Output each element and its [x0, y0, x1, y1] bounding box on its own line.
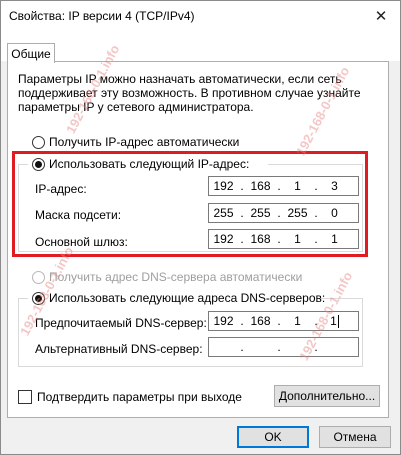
- subnet-mask-octet-1: 255: [213, 206, 234, 220]
- octet-dot: .: [277, 232, 281, 246]
- radio-ip-manual[interactable]: Использовать следующий IP-адрес:: [32, 157, 249, 171]
- default-gateway-label: Основной шлюз:: [35, 235, 128, 249]
- octet-dot: .: [240, 340, 244, 354]
- validate-on-exit[interactable]: Подтвердить параметры при выходе: [18, 390, 242, 404]
- octet-dot: .: [314, 232, 318, 246]
- radio-ip-auto-label: Получить IP-адрес автоматически: [49, 135, 240, 149]
- preferred-dns-input[interactable]: 192. 168. 1. 1: [208, 311, 359, 331]
- octet-dot: .: [240, 232, 244, 246]
- default-gateway-octet-2: 168: [250, 232, 271, 246]
- octet-dot: .: [314, 314, 318, 328]
- ip-address-octet-1: 192: [213, 179, 234, 193]
- alternate-dns-input[interactable]: . . .: [208, 337, 359, 357]
- text-cursor: [337, 315, 339, 329]
- title-bar: Свойства: IP версии 4 (TCP/IPv4) ✕: [1, 1, 400, 31]
- validate-label: Подтвердить параметры при выходе: [37, 390, 242, 404]
- radio-ip-manual-circle[interactable]: [32, 157, 45, 171]
- radio-dns-manual-label: Использовать следующие адреса DNS-сервер…: [49, 291, 326, 305]
- ip-address-octet-4: 3: [331, 179, 338, 193]
- default-gateway-octet-1: 192: [213, 232, 234, 246]
- preferred-dns-octet-4-value: 1: [330, 313, 337, 328]
- octet-dot: .: [277, 179, 281, 193]
- preferred-dns-label: Предпочитаемый DNS-сервер:: [35, 316, 207, 330]
- radio-dns-manual-circle[interactable]: [32, 291, 45, 305]
- octet-dot: .: [277, 314, 281, 328]
- octet-dot: .: [277, 206, 281, 220]
- radio-ip-auto-circle[interactable]: [32, 135, 45, 149]
- ip-address-label: IP-адрес:: [35, 182, 87, 196]
- preferred-dns-octet-1: 192: [213, 314, 234, 328]
- subnet-mask-octet-3: 255: [287, 206, 308, 220]
- tab-strip: Общие: [1, 31, 400, 63]
- radio-ip-auto[interactable]: Получить IP-адрес автоматически: [32, 135, 239, 149]
- radio-dns-auto-label: Получить адрес DNS-сервера автоматически: [49, 270, 303, 284]
- octet-dot: .: [240, 179, 244, 193]
- subnet-mask-octet-2: 255: [250, 206, 271, 220]
- preferred-dns-octet-4: 1: [320, 313, 349, 329]
- ip-address-octet-3: 1: [294, 179, 301, 193]
- default-gateway-input[interactable]: 192. 168. 1. 1: [208, 229, 359, 249]
- validate-checkbox[interactable]: [18, 390, 32, 404]
- tab-general[interactable]: Общие: [7, 43, 55, 63]
- advanced-button[interactable]: Дополнительно...: [274, 385, 380, 407]
- subnet-mask-label: Маска подсети:: [35, 208, 122, 222]
- default-gateway-octet-4: 1: [331, 232, 338, 246]
- description-text: Параметры IP можно назначать автоматичес…: [18, 72, 361, 114]
- octet-dot: .: [314, 206, 318, 220]
- window-title: Свойства: IP версии 4 (TCP/IPv4): [9, 9, 195, 23]
- radio-dns-manual[interactable]: Использовать следующие адреса DNS-сервер…: [32, 291, 325, 305]
- octet-dot: .: [314, 179, 318, 193]
- ip-address-octet-2: 168: [250, 179, 271, 193]
- octet-dot: .: [277, 340, 281, 354]
- radio-ip-manual-label: Использовать следующий IP-адрес:: [49, 157, 250, 171]
- subnet-mask-octet-4: 0: [331, 206, 338, 220]
- alternate-dns-label: Альтернативный DNS-сервер:: [35, 342, 203, 356]
- octet-dot: .: [314, 340, 318, 354]
- close-icon[interactable]: ✕: [370, 6, 392, 26]
- subnet-mask-input[interactable]: 255. 255. 255. 0: [208, 203, 359, 223]
- ok-button[interactable]: OK: [237, 426, 309, 448]
- radio-dns-auto-circle: [32, 270, 45, 284]
- preferred-dns-octet-3: 1: [294, 314, 301, 328]
- preferred-dns-octet-2: 168: [250, 314, 271, 328]
- tab-general-label: Общие: [11, 46, 51, 61]
- octet-dot: .: [240, 314, 244, 328]
- cancel-button[interactable]: Отмена: [319, 426, 391, 448]
- radio-dns-auto: Получить адрес DNS-сервера автоматически: [32, 270, 302, 284]
- tcpipv4-properties-dialog: Свойства: IP версии 4 (TCP/IPv4) ✕ Общие…: [0, 0, 401, 455]
- general-tab-panel: Параметры IP можно назначать автоматичес…: [7, 61, 389, 418]
- octet-dot: .: [240, 206, 244, 220]
- default-gateway-octet-3: 1: [294, 232, 301, 246]
- ip-address-input[interactable]: 192. 168. 1. 3: [208, 176, 359, 196]
